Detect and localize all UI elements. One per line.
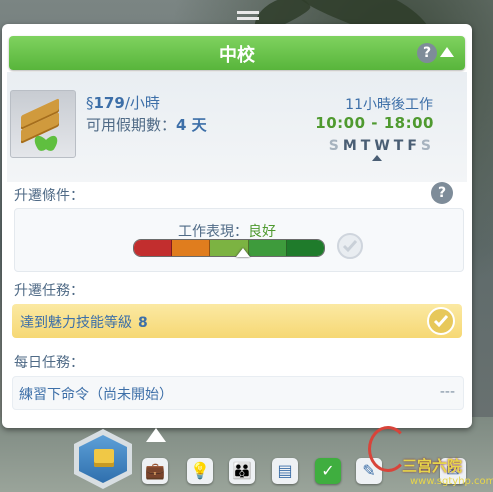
meter-segment [286, 240, 324, 256]
watermark-text: 三宫六院 [402, 457, 463, 475]
check-icon [337, 233, 363, 259]
performance-label-text: 工作表現： [178, 224, 248, 240]
job-icon[interactable]: 💼 [142, 458, 168, 484]
promotion-label: 升遷條件： [14, 188, 84, 204]
day-letter: M [342, 138, 358, 154]
day-letter: W [374, 138, 391, 154]
career-badge-icon [10, 90, 76, 158]
panel-drag-handle[interactable] [237, 11, 259, 20]
career-header: 中校 ? [9, 36, 465, 70]
tasks-label: 升遷任務： [14, 283, 84, 299]
salary: §179/小時 [86, 92, 160, 113]
day-letter: T [393, 138, 405, 154]
performance-value: 良好 [248, 224, 276, 240]
simoleon-icon: § [86, 94, 94, 112]
promotion-task[interactable]: 達到魅力技能等級 8 [12, 304, 462, 338]
household-icon[interactable]: ▤ [272, 458, 298, 484]
work-hours: 10:00 - 18:00 [315, 114, 434, 132]
career-tab-icon [94, 449, 114, 467]
work-days: SMTWTFS [329, 138, 432, 154]
meter-segment [172, 240, 211, 256]
daily-task[interactable]: 練習下命令（尚未開始） --- [12, 376, 464, 410]
meter-segment [248, 240, 287, 256]
task-text: 達到魅力技能等級 8 [20, 312, 148, 332]
collapse-icon[interactable] [440, 47, 454, 57]
performance-box: 工作表現：良好 [14, 208, 464, 272]
current-day-marker [372, 155, 382, 161]
salary-unit: /小時 [124, 94, 160, 112]
meter-segment [134, 240, 173, 256]
hours-start: 10:00 [315, 114, 366, 132]
daily-label: 每日任務： [14, 355, 84, 371]
day-letter: F [407, 138, 418, 154]
work-starts-in: 11小時後工作 [345, 97, 433, 113]
day-letter: S [420, 138, 432, 154]
pto-value: 4 天 [176, 116, 207, 134]
help-icon[interactable]: ? [431, 182, 453, 204]
pto: 可用假期數：4 天 [86, 114, 207, 135]
aspiration-icon[interactable]: 💡 [187, 458, 213, 484]
relationships-icon[interactable]: 👪 [229, 458, 255, 484]
task-level: 8 [138, 315, 148, 331]
performance-pointer [236, 248, 251, 257]
performance-meter [133, 239, 325, 257]
task-description: 達到魅力技能等級 [20, 315, 132, 331]
daily-task-text: 練習下命令（尚未開始） [19, 387, 173, 403]
watermark-url: www.sgtyhp.com [410, 476, 493, 487]
task-complete-icon [427, 307, 455, 335]
career-panel: 中校 ? §179/小時 可用假期數：4 天 11小時後工作 10:00 - 1… [2, 24, 472, 428]
pto-label: 可用假期數： [86, 116, 177, 134]
daily-task-status: --- [439, 384, 455, 400]
day-letter: T [360, 138, 372, 154]
day-letter: S [328, 138, 340, 154]
skills-icon[interactable]: ✓ [315, 458, 341, 484]
hours-end: 18:00 [383, 114, 434, 132]
career-title: 中校 [219, 45, 255, 66]
help-icon[interactable]: ? [417, 43, 437, 63]
performance-label: 工作表現：良好 [178, 221, 276, 241]
salary-amount: 179 [93, 94, 125, 112]
panel-pointer [146, 428, 166, 442]
hours-sep: - [371, 114, 379, 132]
